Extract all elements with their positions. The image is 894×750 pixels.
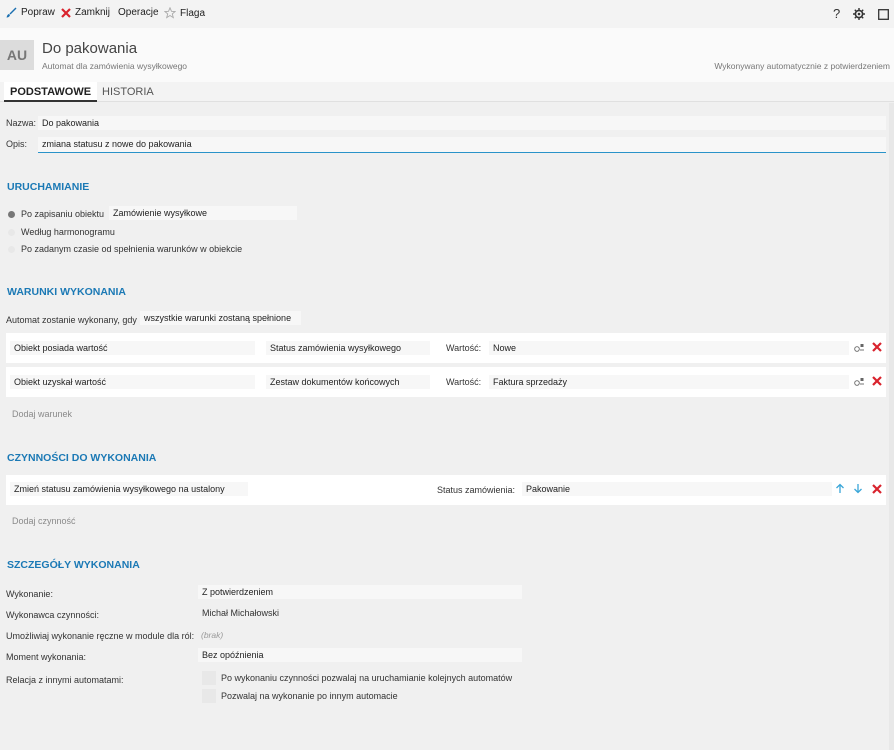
help-button[interactable]: ? [833, 6, 840, 21]
allow-next-automats-label: Po wykonaniu czynności pozwalaj na uruch… [221, 673, 513, 683]
relacja-label: Relacja z innymi automatami: [6, 675, 124, 685]
nazwa-label: Nazwa: [6, 118, 37, 128]
action-type-select[interactable]: Zmień statusu zamówienia wysyłkowego na … [10, 482, 248, 496]
condition-value-input[interactable]: Faktura sprzedaży [489, 375, 849, 389]
moment-label: Moment wykonania: [6, 652, 87, 662]
condition-type-select[interactable]: Obiekt posiada wartość [10, 341, 255, 355]
tab-historia[interactable]: HISTORIA [96, 82, 160, 102]
zamknij-button[interactable]: Zamknij [61, 7, 110, 18]
help-icon: ? [833, 6, 841, 21]
execution-mode-note: Wykonywany automatycznie z potwierdzenie… [714, 61, 890, 71]
form-content: Nazwa: Do pakowania Opis: zmiana statusu… [0, 103, 894, 750]
condition-settings-icon [854, 378, 864, 386]
condition-field-select[interactable]: Status zamówienia wysyłkowego [266, 341, 430, 355]
popraw-label: Popraw [21, 7, 55, 18]
action-param-label: Status zamówienia: [437, 485, 516, 495]
arrow-up-icon [836, 483, 844, 493]
moment-select[interactable]: Bez opóźnienia [198, 648, 522, 662]
flaga-label: Flaga [180, 7, 206, 19]
brush-icon [6, 7, 17, 18]
maximize-button[interactable] [878, 8, 889, 23]
flaga-button[interactable]: Flaga [164, 7, 205, 19]
wykonanie-select[interactable]: Z potwierdzeniem [198, 585, 522, 599]
reczne-roles-value[interactable]: (brak) [201, 630, 223, 640]
close-icon [61, 7, 71, 18]
zamknij-label: Zamknij [75, 7, 111, 18]
section-uruchamianie: URUCHAMIANIE [7, 181, 90, 193]
vertical-scrollbar[interactable] [889, 103, 894, 750]
operacje-label: Operacje [118, 7, 159, 18]
condition-delete-button[interactable] [872, 376, 882, 389]
move-down-button[interactable] [853, 483, 863, 497]
delete-icon [872, 342, 882, 352]
record-header: AU Do pakowania Automat dla zamówienia w… [0, 28, 894, 82]
condition-row: Obiekt uzyskał wartość Zestaw dokumentów… [6, 367, 886, 397]
add-action-link[interactable]: Dodaj czynność [12, 516, 76, 526]
condition-value-label: Wartość: [446, 377, 482, 387]
radio-po-zapisaniu-label: Po zapisaniu obiektu [21, 209, 105, 219]
allow-after-other-checkbox[interactable] [202, 689, 216, 703]
tab-bar: PODSTAWOWE HISTORIA [0, 82, 894, 102]
warunki-intro-label: Automat zostanie wykonany, gdy [6, 315, 137, 325]
arrow-down-icon [854, 484, 862, 494]
radio-po-zapisaniu[interactable] [8, 211, 15, 218]
allow-after-other-label: Pozwalaj na wykonanie po innym automacie [221, 691, 398, 701]
wykonanie-label: Wykonanie: [6, 589, 53, 599]
toolbar: Popraw Zamknij Operacje Flaga ? [0, 0, 894, 28]
condition-type-select[interactable]: Obiekt uzyskał wartość [10, 375, 255, 389]
section-czynnosci: CZYNNOŚCI DO WYKONANIA [7, 452, 157, 464]
condition-options-button[interactable] [854, 376, 865, 390]
allow-next-automats-checkbox[interactable] [202, 671, 216, 685]
condition-settings-icon [854, 344, 864, 352]
condition-options-button[interactable] [854, 342, 865, 356]
condition-value-input[interactable]: Nowe [489, 341, 849, 355]
section-szczegoly: SZCZEGÓŁY WYKONANIA [7, 559, 140, 571]
page-title: Do pakowania [42, 40, 138, 57]
condition-delete-button[interactable] [872, 342, 882, 355]
radio-harmonogram-label: Według harmonogramu [21, 227, 115, 237]
wykonawca-value[interactable]: Michał Michałowski [202, 608, 279, 618]
nazwa-input[interactable]: Do pakowania [38, 116, 886, 130]
radio-po-czasie-label: Po zadanym czasie od spełnienia warunków… [21, 244, 243, 254]
opis-label: Opis: [6, 139, 28, 149]
condition-value-label: Wartość: [446, 343, 482, 353]
avatar: AU [0, 40, 34, 70]
object-type-select[interactable]: Zamówienie wysyłkowe [109, 206, 297, 220]
move-up-button[interactable] [835, 483, 845, 497]
action-delete-button[interactable] [872, 484, 882, 497]
star-icon [164, 7, 176, 19]
reczne-label: Umożliwiaj wykonanie ręczne w module dla… [6, 631, 195, 641]
wykonawca-label: Wykonawca czynności: [6, 610, 99, 620]
action-param-select[interactable]: Pakowanie [522, 482, 832, 496]
delete-icon [872, 484, 882, 494]
popraw-button[interactable]: Popraw [6, 7, 55, 18]
maximize-icon [878, 9, 889, 20]
opis-input[interactable]: zmiana statusu z nowe do pakowania [38, 137, 886, 153]
condition-row: Obiekt posiada wartość Status zamówienia… [6, 333, 886, 363]
delete-icon [872, 376, 882, 386]
operacje-menu[interactable]: Operacje [118, 7, 159, 18]
radio-harmonogram[interactable] [8, 229, 15, 236]
page-subtitle: Automat dla zamówienia wysyłkowego [42, 61, 188, 71]
settings-button[interactable] [853, 8, 865, 23]
add-condition-link[interactable]: Dodaj warunek [12, 409, 72, 419]
action-row: Zmień statusu zamówienia wysyłkowego na … [6, 475, 886, 505]
section-warunki: WARUNKI WYKONANIA [7, 286, 126, 298]
warunki-mode-select[interactable]: wszystkie warunki zostaną spełnione [140, 311, 301, 325]
gear-icon [853, 8, 865, 20]
tab-podstawowe[interactable]: PODSTAWOWE [4, 82, 98, 102]
condition-field-select[interactable]: Zestaw dokumentów końcowych [266, 375, 430, 389]
radio-po-czasie[interactable] [8, 246, 15, 253]
